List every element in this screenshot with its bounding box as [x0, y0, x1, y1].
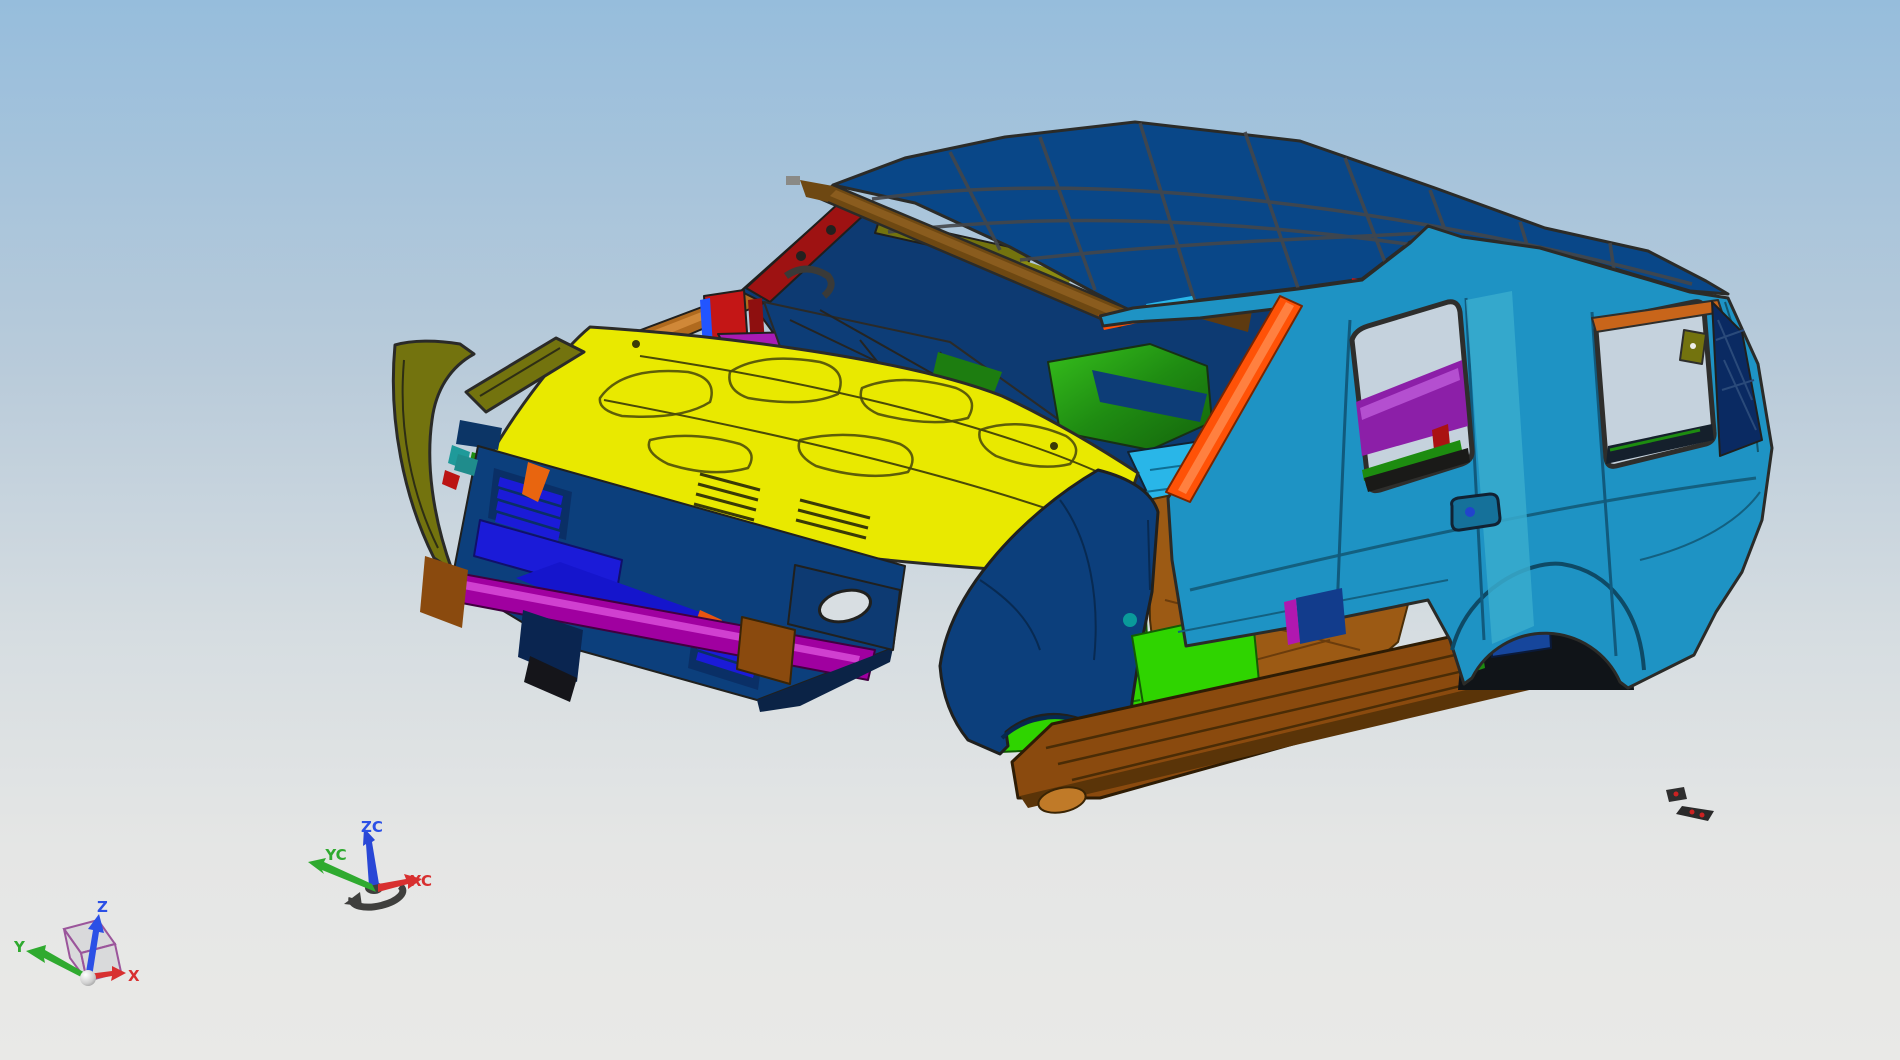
debris-red-dot — [1673, 791, 1679, 797]
fender-hole — [1123, 613, 1137, 627]
sill-box-navy[interactable] — [1296, 588, 1346, 644]
cad-viewport[interactable]: ZC YC XC Z Y X — [0, 0, 1900, 1060]
debris-red-dot — [1699, 812, 1705, 818]
door-handle-pocket[interactable] — [1450, 492, 1502, 532]
debris-red-dot — [1689, 809, 1695, 815]
wcs-x-label[interactable]: XC — [410, 872, 432, 890]
header-gray-bit — [786, 176, 800, 185]
abs-z-label: Z — [97, 898, 108, 916]
abs-origin-sphere — [80, 970, 96, 986]
wcs-y-label[interactable]: YC — [324, 846, 346, 864]
bracket-hole — [1690, 343, 1696, 349]
abs-y-label: Y — [13, 938, 26, 956]
handle-dot — [1465, 507, 1475, 517]
hood-pin — [632, 340, 640, 348]
pillar-hole — [826, 225, 836, 235]
pillar-hole — [796, 251, 806, 261]
hood-pin — [1050, 442, 1058, 450]
wcs-z-label[interactable]: ZC — [361, 818, 383, 836]
abs-x-label: X — [128, 967, 140, 985]
